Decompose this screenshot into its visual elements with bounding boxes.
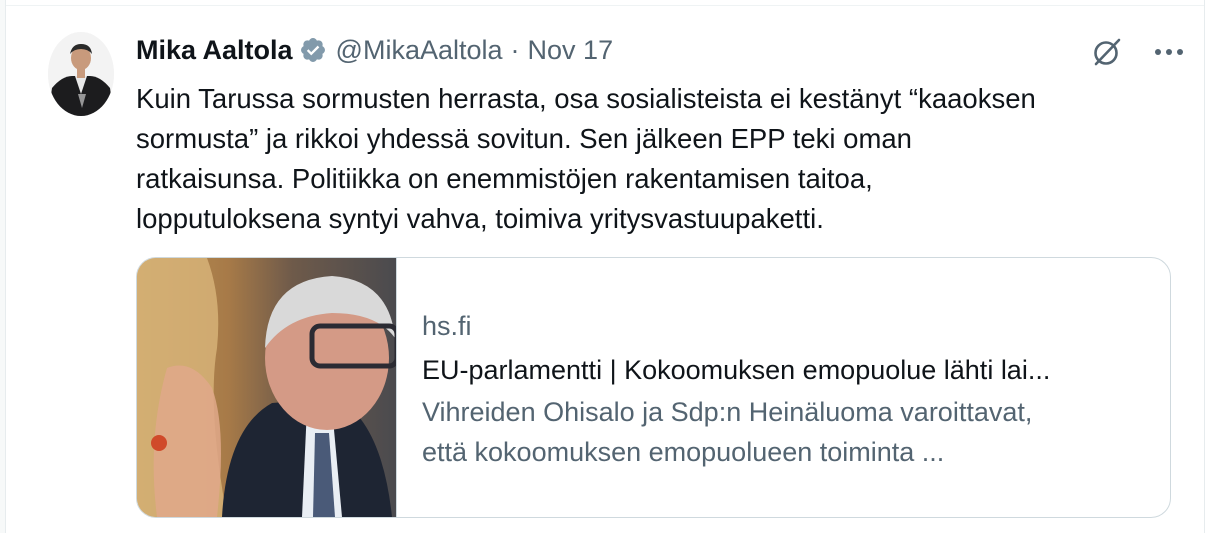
right-edge [1204,0,1232,533]
more-icon[interactable] [1150,33,1188,71]
link-preview-card[interactable]: hs.fi EU-parlamentti | Kokoomuksen emopu… [136,257,1171,518]
card-domain: hs.fi [422,311,472,341]
tweet-text: Kuin Tarussa sormusten herrasta, osa sos… [136,79,1176,239]
card-description-line: Vihreiden Ohisalo ja Sdp:n Heinäluoma va… [422,397,1033,427]
tweet-actions [1088,33,1188,71]
tweet-text-line: sormusta” ja rikkoi yhdessä sovitun. Sen… [136,123,912,154]
card-title[interactable]: EU-parlamentti | Kokoomuksen emopuolue l… [422,348,1170,392]
author-handle[interactable]: @MikaAaltola [336,35,503,66]
verified-badge-icon[interactable] [299,36,327,64]
tweet-text-line: ratkaisunsa. Politiikka on enemmistöjen … [136,163,873,194]
tweet-text-line: lopputuloksena syntyi vahva, toimiva yri… [136,203,824,234]
tweet-text-line: Kuin Tarussa sormusten herrasta, osa sos… [136,83,1036,114]
tweet-date[interactable]: Nov 17 [528,35,614,66]
top-border [0,0,1232,6]
avatar[interactable] [48,32,114,116]
tweet-header: Mika Aaltola @MikaAaltola · Nov 17 [136,33,613,67]
card-body: hs.fi EU-parlamentti | Kokoomuksen emopu… [397,258,1170,517]
author-name[interactable]: Mika Aaltola [136,35,293,66]
tweet[interactable]: Mika Aaltola @MikaAaltola · Nov 17 Kuin … [6,7,1204,533]
separator-dot: · [510,34,520,65]
grok-icon[interactable] [1088,33,1126,71]
card-description-line: että kokoomuksen emopuolueen toiminta ..… [422,437,945,467]
card-thumbnail[interactable] [137,258,397,517]
